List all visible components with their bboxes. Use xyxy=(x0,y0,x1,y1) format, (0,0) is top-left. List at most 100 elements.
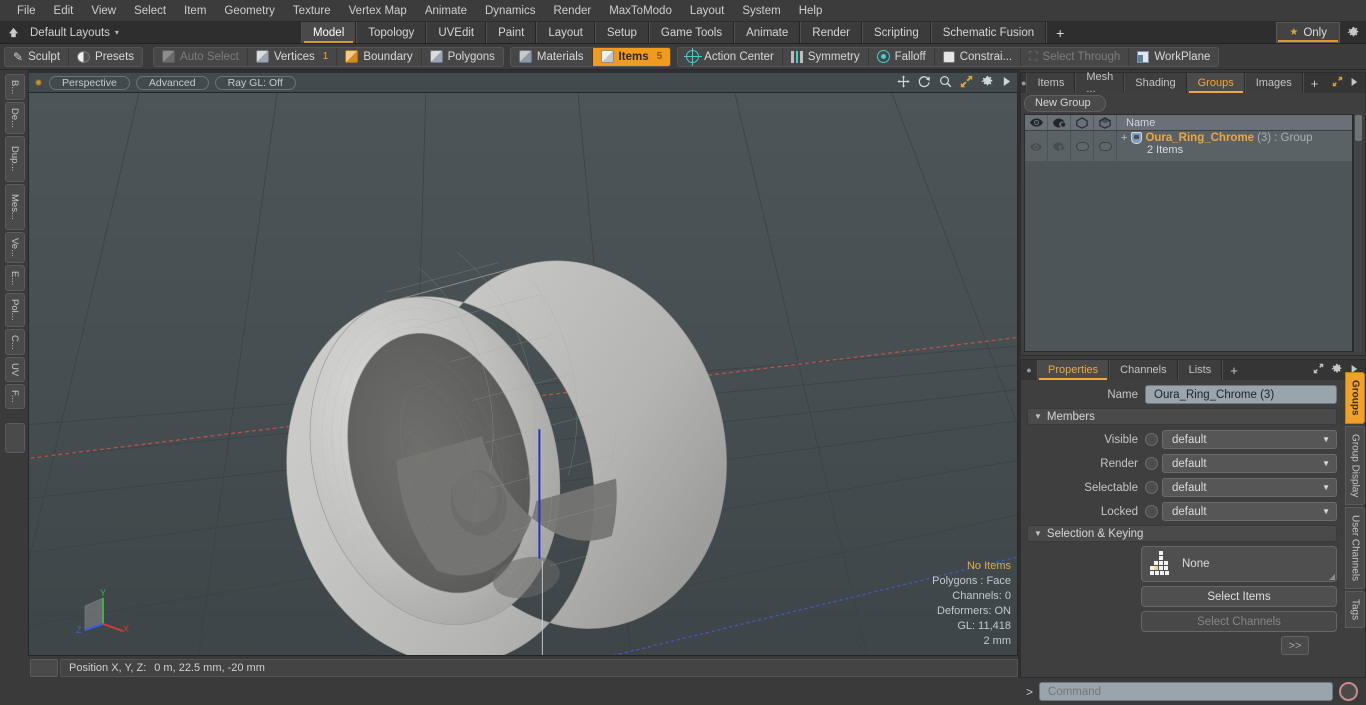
render-indicator-icon[interactable] xyxy=(1145,457,1158,470)
tab-properties[interactable]: Properties xyxy=(1037,360,1110,380)
expand-icon[interactable] xyxy=(1313,363,1324,377)
side-tab-group-display[interactable]: Group Display xyxy=(1345,425,1365,505)
left-tab-f[interactable]: F... xyxy=(4,384,25,410)
selection-keying-section-header[interactable]: ▼ Selection & Keying xyxy=(1027,525,1337,542)
materials-button[interactable]: Materials xyxy=(510,47,593,66)
left-tab-uv[interactable]: UV xyxy=(4,357,25,383)
default-layouts-dropdown[interactable]: Default Layouts ▾ xyxy=(26,22,129,43)
status-bar-handle[interactable] xyxy=(30,659,58,677)
layout-tab-uvedit[interactable]: UVEdit xyxy=(426,22,487,43)
viewport-3d[interactable]: No Items Polygons : Face Channels: 0 Def… xyxy=(28,92,1018,656)
render-dropdown[interactable]: default ▼ xyxy=(1162,454,1337,473)
layout-tab-paint[interactable]: Paint xyxy=(486,22,537,43)
visible-indicator-icon[interactable] xyxy=(1145,433,1158,446)
shade-icon[interactable] xyxy=(1094,115,1117,130)
menu-item-texture[interactable]: Texture xyxy=(284,0,340,22)
select-channels-button[interactable]: Select Channels xyxy=(1141,611,1337,632)
command-input[interactable] xyxy=(1039,682,1333,701)
left-tab-pol[interactable]: Pol... xyxy=(4,292,25,327)
layout-tab-model[interactable]: Model xyxy=(300,22,357,43)
layout-tab-render[interactable]: Render xyxy=(800,22,862,43)
left-tab-de[interactable]: De... xyxy=(4,102,25,135)
menu-item-vertex-map[interactable]: Vertex Map xyxy=(340,0,416,22)
chevron-right-icon[interactable] xyxy=(1350,77,1358,90)
tab-images[interactable]: Images xyxy=(1244,73,1303,93)
layout-tab-scripting[interactable]: Scripting xyxy=(861,22,931,43)
locked-indicator-icon[interactable] xyxy=(1145,505,1158,518)
menu-item-render[interactable]: Render xyxy=(544,0,600,22)
layout-tab-layout[interactable]: Layout xyxy=(536,22,595,43)
locked-dropdown[interactable]: default ▼ xyxy=(1162,502,1337,521)
menu-item-help[interactable]: Help xyxy=(790,0,832,22)
menu-item-system[interactable]: System xyxy=(733,0,789,22)
auto-select-button[interactable]: Auto Select xyxy=(154,47,248,66)
selectable-indicator-icon[interactable] xyxy=(1145,481,1158,494)
home-icon[interactable] xyxy=(0,22,26,43)
left-tab-e[interactable]: E... xyxy=(4,264,25,291)
side-tab-groups[interactable]: Groups xyxy=(1345,372,1365,424)
menu-item-view[interactable]: View xyxy=(82,0,125,22)
add-properties-tab-button[interactable]: + xyxy=(1222,360,1245,380)
layout-tab-schematic-fusion[interactable]: Schematic Fusion xyxy=(930,22,1047,43)
menu-item-select[interactable]: Select xyxy=(125,0,175,22)
left-tab-ve[interactable]: Ve... xyxy=(4,231,25,263)
menu-item-item[interactable]: Item xyxy=(175,0,215,22)
visible-dropdown[interactable]: default ▼ xyxy=(1162,430,1337,449)
viewport-raygl-button[interactable]: Ray GL: Off xyxy=(214,75,296,90)
expand-row-icon[interactable]: + xyxy=(1121,132,1127,144)
menu-item-file[interactable]: File xyxy=(8,0,45,22)
sculpt-button[interactable]: ✎ Sculpt xyxy=(5,47,70,66)
left-tab-mes[interactable]: Mes... xyxy=(4,183,25,230)
tab-channels[interactable]: Channels xyxy=(1109,360,1178,380)
menu-item-animate[interactable]: Animate xyxy=(416,0,476,22)
eye-icon[interactable] xyxy=(1025,115,1048,130)
action-center-button[interactable]: Action Center xyxy=(678,47,783,66)
only-toggle-button[interactable]: ★ Only xyxy=(1276,22,1340,43)
menu-item-geometry[interactable]: Geometry xyxy=(215,0,284,22)
left-tab-extra[interactable] xyxy=(4,423,25,454)
selectable-dropdown[interactable]: default ▼ xyxy=(1162,478,1337,497)
render-icon[interactable] xyxy=(1048,115,1071,130)
expand-icon[interactable] xyxy=(1332,76,1343,90)
select-items-button[interactable]: Select Items xyxy=(1141,586,1337,607)
table-row[interactable]: + Oura_Ring_Chrome (3) : Group 2 Items xyxy=(1025,131,1352,161)
add-layout-tab-button[interactable]: + xyxy=(1046,22,1074,43)
menu-item-maxtomodo[interactable]: MaxToModo xyxy=(600,0,681,22)
vertices-button[interactable]: Vertices 1 xyxy=(247,47,338,66)
gear-icon[interactable] xyxy=(1331,363,1343,378)
left-tab-dup[interactable]: Dup... xyxy=(4,136,25,182)
row-render-icon[interactable] xyxy=(1048,131,1071,161)
record-icon[interactable] xyxy=(1339,682,1358,701)
layout-tab-game-tools[interactable]: Game Tools xyxy=(648,22,735,43)
groups-list-scrollbar[interactable] xyxy=(1353,114,1362,352)
menu-item-dynamics[interactable]: Dynamics xyxy=(476,0,544,22)
presets-button[interactable]: Presets xyxy=(69,47,143,66)
items-button[interactable]: Items 5 xyxy=(592,47,671,66)
viewport-projection-button[interactable]: Perspective xyxy=(49,75,130,90)
gear-icon[interactable] xyxy=(1340,22,1366,43)
chevron-right-icon[interactable] xyxy=(1002,76,1011,90)
workplane-button[interactable]: WorkPlane xyxy=(1129,47,1219,66)
rotate-icon[interactable] xyxy=(918,75,931,91)
row-outline-toggle[interactable] xyxy=(1071,131,1094,161)
select-through-button[interactable]: ⛶ Select Through xyxy=(1021,47,1130,66)
menu-item-edit[interactable]: Edit xyxy=(45,0,83,22)
tab-groups[interactable]: Groups xyxy=(1186,73,1245,93)
tab-shading[interactable]: Shading xyxy=(1124,73,1187,93)
new-group-button[interactable]: New Group xyxy=(1024,94,1106,112)
viewport-shading-button[interactable]: Advanced xyxy=(135,75,209,90)
more-button[interactable]: >> xyxy=(1281,636,1309,655)
fit-icon[interactable] xyxy=(960,75,973,91)
polygons-button[interactable]: Polygons xyxy=(421,47,503,66)
symmetry-button[interactable]: Symmetry xyxy=(782,47,869,66)
tab-lists[interactable]: Lists xyxy=(1177,360,1223,380)
add-panel-tab-button[interactable]: + xyxy=(1302,73,1326,93)
properties-menu-icon[interactable]: ● xyxy=(1021,360,1037,380)
menu-item-layout[interactable]: Layout xyxy=(681,0,734,22)
viewport-dot[interactable] xyxy=(35,79,42,86)
layout-tab-topology[interactable]: Topology xyxy=(356,22,427,43)
row-eye-icon[interactable] xyxy=(1025,131,1048,161)
tab-mesh[interactable]: Mesh ... xyxy=(1075,71,1125,95)
boundary-button[interactable]: Boundary xyxy=(337,47,422,66)
name-field[interactable]: Oura_Ring_Chrome (3) xyxy=(1145,385,1337,404)
